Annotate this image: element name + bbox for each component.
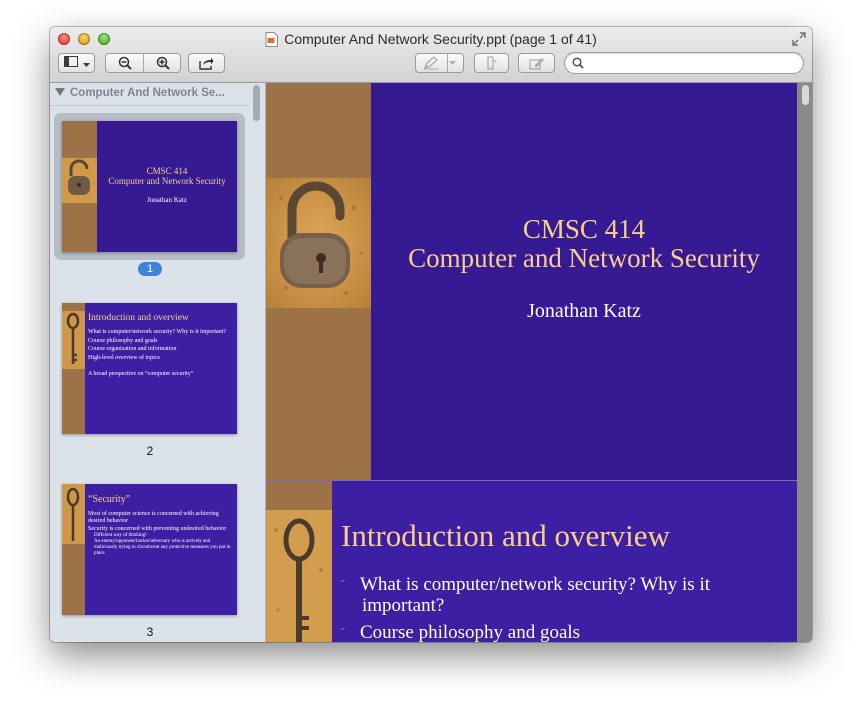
thumbnail-2-bullet: High-level overview of topics bbox=[88, 354, 160, 361]
key-image bbox=[62, 311, 85, 369]
zoom-out-button[interactable] bbox=[106, 54, 144, 72]
window-title: Computer And Network Security.ppt (page … bbox=[50, 31, 812, 47]
thumbnail-3-subbullet: An enemy/opponent/hacker/adversary who i… bbox=[94, 539, 231, 556]
thumbnail-2-title: Introduction and overview bbox=[88, 313, 189, 323]
zoom-out-icon bbox=[118, 56, 132, 70]
edit-button[interactable] bbox=[518, 53, 555, 73]
thumbnail-page-1[interactable]: CMSC 414 Computer and Network Security J… bbox=[62, 121, 237, 252]
document-view[interactable]: CMSC 414 Computer and Network Security J… bbox=[266, 83, 812, 642]
slide-2-bullet-2: Course philosophy and goals bbox=[360, 622, 581, 642]
pen-icon bbox=[423, 56, 439, 70]
slide-2-bullet-1-cont: important? bbox=[362, 595, 445, 616]
slide-1-title-line1: CMSC 414 bbox=[522, 214, 646, 244]
thumbnail-3-title: “Security” bbox=[88, 494, 131, 505]
slide-1-author: Jonathan Katz bbox=[527, 300, 641, 322]
chevron-down-icon bbox=[82, 54, 90, 72]
thumbnail-1-title-line1: CMSC 414 bbox=[146, 166, 188, 176]
search-input[interactable] bbox=[589, 55, 793, 73]
padlock-image bbox=[62, 158, 97, 203]
fullscreen-icon[interactable] bbox=[792, 32, 806, 46]
window-title-text: Computer And Network Security.ppt (page … bbox=[284, 31, 597, 47]
zoom-in-icon bbox=[156, 56, 170, 70]
share-button[interactable] bbox=[188, 53, 225, 73]
sidebar-header-label: Computer And Network Se... bbox=[70, 87, 225, 99]
thumbnail-2-bullet: Course organization and information bbox=[88, 346, 177, 352]
thumbnail-1-title-line2: Computer and Network Security bbox=[108, 176, 226, 186]
rotate-icon bbox=[486, 56, 496, 70]
page-number-label: 3 bbox=[146, 625, 154, 639]
document-icon bbox=[265, 32, 279, 47]
page-number-badge: 1 bbox=[138, 262, 162, 276]
search-icon bbox=[572, 57, 584, 69]
rotate-button[interactable] bbox=[474, 53, 509, 73]
zoom-in-button[interactable] bbox=[144, 54, 181, 72]
sidebar-scrollbar[interactable] bbox=[253, 85, 260, 121]
bullet-icon: ¨ bbox=[341, 626, 345, 638]
slide-1-title-line2: Computer and Network Security bbox=[408, 243, 760, 273]
annotate-button[interactable] bbox=[415, 53, 464, 73]
padlock-image bbox=[266, 178, 371, 308]
sidebar-icon bbox=[63, 54, 78, 72]
slide-2-title: Introduction and overview bbox=[341, 518, 670, 553]
disclosure-triangle-icon[interactable] bbox=[55, 88, 65, 96]
preview-window: Computer And Network Security.ppt (page … bbox=[50, 27, 812, 642]
sidebar-view-button[interactable] bbox=[58, 53, 95, 73]
slide-2: Introduction and overview ¨ What is comp… bbox=[266, 481, 797, 642]
thumbnail-1-author: Jonathan Katz bbox=[147, 196, 187, 204]
key-image bbox=[266, 510, 332, 642]
zoom-control bbox=[105, 53, 181, 73]
slide-2-bullet-1: What is computer/network security? Why i… bbox=[360, 574, 711, 595]
thumbnail-2-bullet: A broad perspective on “computer securit… bbox=[88, 371, 194, 377]
thumbnail-page-2[interactable]: Introduction and overview What is comput… bbox=[62, 303, 237, 434]
thumbnail-page-3[interactable]: “Security” Most of computer science is c… bbox=[62, 484, 237, 615]
sidebar-document-header[interactable]: Computer And Network Se... bbox=[55, 87, 235, 99]
share-icon bbox=[199, 57, 214, 70]
page-number-label: 2 bbox=[146, 444, 154, 458]
slide-1: CMSC 414 Computer and Network Security J… bbox=[266, 83, 797, 480]
thumbnail-3-bullet: Security is concerned with preventing un… bbox=[88, 526, 227, 532]
key-image bbox=[62, 484, 85, 544]
thumbnail-2-bullet: Course philosophy and goals bbox=[88, 337, 158, 344]
bullet-icon: ¨ bbox=[341, 578, 345, 590]
search-field[interactable] bbox=[564, 52, 804, 74]
thumbnail-sidebar[interactable]: Computer And Network Se... CMSC 414 Comp… bbox=[50, 83, 266, 642]
document-scrollbar[interactable] bbox=[802, 85, 809, 105]
thumbnail-3-bullet: Most of computer science is concerned wi… bbox=[88, 511, 219, 524]
title-bar: Computer And Network Security.ppt (page … bbox=[50, 27, 812, 83]
chevron-down-icon bbox=[449, 61, 456, 65]
edit-icon bbox=[528, 57, 544, 70]
thumbnail-2-bullet: What is computer/network security? Why i… bbox=[88, 329, 227, 335]
